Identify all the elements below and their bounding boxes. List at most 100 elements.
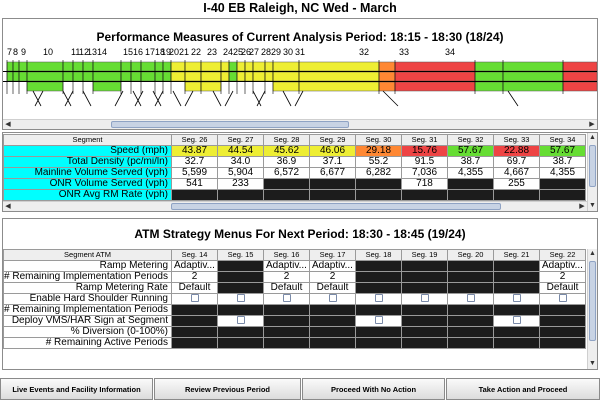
table-cell[interactable]: Adaptiv... bbox=[171, 260, 218, 272]
segment-lane-block[interactable] bbox=[162, 61, 172, 72]
segment-lane-block[interactable] bbox=[154, 71, 164, 82]
segment-lane-block[interactable] bbox=[200, 81, 222, 92]
checkbox[interactable] bbox=[558, 294, 567, 303]
segment-lane-block[interactable] bbox=[82, 71, 94, 82]
table-cell[interactable] bbox=[539, 293, 586, 305]
segment-lane-block[interactable] bbox=[72, 71, 84, 82]
live-events-button[interactable]: Live Events and Facility Information bbox=[0, 378, 153, 400]
table-cell[interactable] bbox=[171, 293, 218, 305]
scroll-right-icon[interactable]: ▶ bbox=[587, 120, 597, 129]
segment-lane-block[interactable] bbox=[562, 71, 597, 82]
table-cell[interactable] bbox=[263, 293, 310, 305]
table-cell[interactable] bbox=[217, 315, 264, 327]
table-cell[interactable]: Default bbox=[171, 282, 218, 294]
segment-lane-block[interactable] bbox=[474, 81, 504, 92]
segment-lane-block[interactable] bbox=[244, 61, 254, 72]
checkbox[interactable] bbox=[282, 294, 291, 303]
segment-lane-block[interactable] bbox=[184, 61, 202, 72]
table-cell[interactable]: Adaptiv... bbox=[309, 260, 356, 272]
segment-lane-block[interactable] bbox=[62, 61, 74, 72]
table-cell[interactable] bbox=[355, 315, 402, 327]
segment-lane-block[interactable] bbox=[200, 61, 222, 72]
segment-lane-block[interactable] bbox=[474, 71, 504, 82]
table-cell[interactable]: 2 bbox=[539, 271, 586, 283]
checkbox[interactable] bbox=[374, 316, 383, 325]
segment-lane-block[interactable] bbox=[562, 81, 597, 92]
segment-lane-block[interactable] bbox=[200, 71, 222, 82]
table-cell[interactable] bbox=[493, 315, 540, 327]
checkbox[interactable] bbox=[236, 294, 245, 303]
segment-lane-block[interactable] bbox=[12, 61, 20, 72]
segment-lane-block[interactable] bbox=[154, 61, 164, 72]
segment-lane-block[interactable] bbox=[394, 71, 476, 82]
diagram-horizontal-scrollbar[interactable]: ◀ ▶ bbox=[3, 119, 597, 129]
table-cell[interactable] bbox=[309, 293, 356, 305]
segment-lane-block[interactable] bbox=[184, 81, 202, 92]
segment-lane-block[interactable] bbox=[170, 61, 186, 72]
segment-lane-block[interactable] bbox=[502, 71, 564, 82]
segment-lane-block[interactable] bbox=[252, 61, 266, 72]
segment-lane-block[interactable] bbox=[272, 81, 300, 92]
proceed-no-action-button[interactable]: Proceed With No Action bbox=[302, 378, 445, 400]
table-cell[interactable]: Default bbox=[309, 282, 356, 294]
table-cell[interactable]: Default bbox=[263, 282, 310, 294]
scroll-down-icon[interactable]: ▼ bbox=[588, 359, 597, 369]
scroll-left-icon[interactable]: ◀ bbox=[3, 202, 13, 211]
segment-lane-block[interactable] bbox=[264, 61, 274, 72]
table-cell[interactable]: 2 bbox=[171, 271, 218, 283]
segment-lane-block[interactable] bbox=[562, 61, 597, 72]
checkbox[interactable] bbox=[466, 294, 475, 303]
segment-lane-block[interactable] bbox=[272, 71, 300, 82]
scroll-thumb[interactable] bbox=[111, 121, 349, 128]
take-action-button[interactable]: Take Action and Proceed bbox=[446, 378, 600, 400]
segment-lane-block[interactable] bbox=[272, 61, 300, 72]
segment-lane-block[interactable] bbox=[236, 61, 246, 72]
segment-lane-block[interactable] bbox=[394, 61, 476, 72]
table-horizontal-scrollbar[interactable]: ◀ ▶ bbox=[3, 201, 587, 211]
segment-lane-block[interactable] bbox=[26, 61, 64, 72]
segment-lane-block[interactable] bbox=[6, 61, 14, 72]
segment-lane-block[interactable] bbox=[184, 71, 202, 82]
checkbox[interactable] bbox=[328, 294, 337, 303]
table-cell[interactable]: 2 bbox=[309, 271, 356, 283]
segment-lane-block[interactable] bbox=[252, 71, 266, 82]
segment-lane-block[interactable] bbox=[26, 71, 64, 82]
segment-lane-block[interactable] bbox=[82, 61, 94, 72]
scroll-right-icon[interactable]: ▶ bbox=[577, 202, 587, 211]
segment-lane-block[interactable] bbox=[170, 71, 186, 82]
table-cell[interactable]: Default bbox=[539, 282, 586, 294]
table-cell[interactable] bbox=[355, 293, 402, 305]
segment-lane-block[interactable] bbox=[62, 71, 74, 82]
table-cell[interactable]: Adaptiv... bbox=[539, 260, 586, 272]
segment-lane-block[interactable] bbox=[378, 71, 396, 82]
checkbox[interactable] bbox=[512, 316, 521, 325]
segment-lane-block[interactable] bbox=[72, 61, 84, 72]
table-cell[interactable] bbox=[493, 293, 540, 305]
segment-lane-block[interactable] bbox=[298, 81, 380, 92]
segment-lane-block[interactable] bbox=[298, 71, 380, 82]
segment-lane-block[interactable] bbox=[220, 71, 230, 82]
segment-lane-block[interactable] bbox=[6, 71, 14, 82]
scroll-thumb[interactable] bbox=[589, 261, 596, 341]
segment-lane-block[interactable] bbox=[502, 81, 564, 92]
atm-vertical-scrollbar[interactable]: ▲ ▼ bbox=[587, 249, 597, 369]
scroll-thumb[interactable] bbox=[589, 145, 596, 187]
segment-lane-block[interactable] bbox=[244, 71, 254, 82]
checkbox[interactable] bbox=[190, 294, 199, 303]
segment-lane-block[interactable] bbox=[394, 81, 476, 92]
segment-lane-block[interactable] bbox=[92, 61, 122, 72]
scroll-left-icon[interactable]: ◀ bbox=[3, 120, 13, 129]
table-cell[interactable] bbox=[447, 293, 494, 305]
checkbox[interactable] bbox=[512, 294, 521, 303]
segment-lane-block[interactable] bbox=[12, 71, 20, 82]
segment-lane-block[interactable] bbox=[120, 61, 132, 72]
segment-lane-block[interactable] bbox=[378, 61, 396, 72]
segment-lane-block[interactable] bbox=[18, 61, 28, 72]
checkbox[interactable] bbox=[374, 294, 383, 303]
segment-lane-block[interactable] bbox=[26, 81, 64, 92]
checkbox[interactable] bbox=[420, 294, 429, 303]
segment-lane-block[interactable] bbox=[502, 61, 564, 72]
scroll-up-icon[interactable]: ▲ bbox=[588, 249, 597, 259]
table-cell[interactable]: 2 bbox=[263, 271, 310, 283]
segment-lane-block[interactable] bbox=[228, 71, 238, 82]
